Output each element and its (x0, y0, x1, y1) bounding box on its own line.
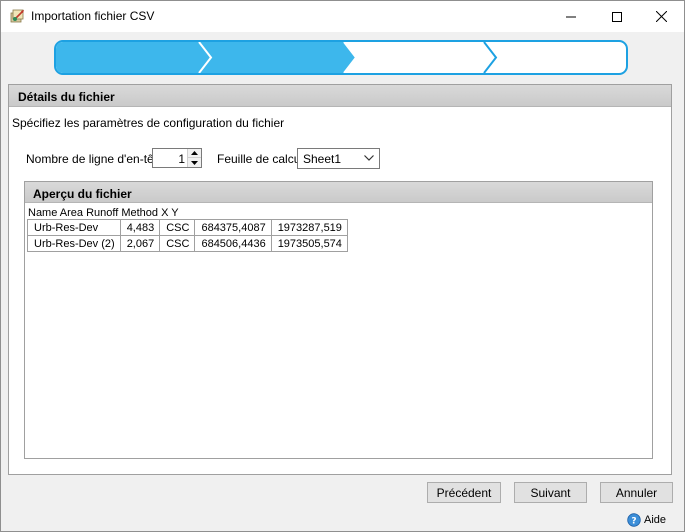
table-cell: 2,067 (119, 235, 161, 252)
chevron-down-icon (364, 155, 374, 161)
svg-text:?: ? (631, 517, 636, 527)
chevron-down-icon (191, 160, 198, 165)
stepper-down-button[interactable] (188, 158, 201, 167)
maximize-button[interactable] (594, 1, 640, 32)
window-title: Importation fichier CSV (31, 9, 155, 23)
table-row[interactable]: Urb-Res-Dev 4,483 CSC 684375,4087 197328… (27, 219, 348, 236)
header-lines-stepper[interactable]: 1 (152, 148, 202, 168)
table-cell: CSC (159, 219, 196, 236)
stepper-buttons (187, 149, 201, 167)
file-details-description: Spécifiez les paramètres de configuratio… (12, 116, 285, 130)
table-cell: 1973287,519 (270, 219, 348, 236)
sheet-select[interactable]: Sheet1 (297, 148, 380, 169)
file-details-panel: Détails du fichier Spécifiez les paramèt… (8, 84, 672, 475)
table-cell: CSC (159, 235, 196, 252)
close-icon (655, 11, 667, 22)
file-preview-panel: Aperçu du fichier Name Area Runoff Metho… (24, 181, 653, 459)
import-csv-window: Importation fichier CSV Détails du fichi… (0, 0, 685, 532)
table-cell: 4,483 (119, 219, 161, 236)
help-link[interactable]: ? Aide (627, 513, 666, 527)
csv-import-app-icon (10, 8, 26, 24)
table-cell: 684375,4087 (194, 219, 272, 236)
wizard-step-separator (483, 42, 498, 73)
maximize-icon (612, 11, 622, 22)
stepper-up-button[interactable] (188, 149, 201, 158)
minimize-button[interactable] (548, 1, 594, 32)
preview-table: Urb-Res-Dev 4,483 CSC 684375,4087 197328… (27, 219, 348, 252)
table-row[interactable]: Urb-Res-Dev (2) 2,067 CSC 684506,4436 19… (27, 235, 348, 252)
preview-raw-header: Name Area Runoff Method X Y (28, 207, 179, 219)
wizard-step-1 (56, 42, 211, 73)
table-cell: 1973505,574 (270, 235, 348, 252)
close-button[interactable] (638, 1, 684, 32)
minimize-icon (566, 16, 576, 17)
cancel-button[interactable]: Annuler (600, 482, 673, 503)
sheet-select-value: Sheet1 (303, 152, 342, 166)
file-details-header: Détails du fichier (9, 85, 671, 107)
next-button[interactable]: Suivant (514, 482, 587, 503)
help-label[interactable]: Aide (644, 514, 666, 526)
wizard-progress-bar (54, 40, 628, 75)
header-lines-label: Nombre de ligne d'en-tête (26, 152, 164, 166)
previous-button[interactable]: Précédent (427, 482, 501, 503)
help-icon: ? (627, 513, 641, 527)
title-bar[interactable]: Importation fichier CSV (1, 1, 684, 32)
wizard-step-2 (199, 42, 356, 73)
file-preview-header: Aperçu du fichier (25, 182, 652, 203)
sheet-label: Feuille de calcul (217, 152, 304, 166)
table-cell: 684506,4436 (194, 235, 272, 252)
table-cell: Urb-Res-Dev (27, 219, 121, 236)
header-lines-value[interactable]: 1 (178, 152, 185, 166)
table-cell: Urb-Res-Dev (2) (27, 235, 121, 252)
chevron-up-icon (191, 151, 198, 155)
